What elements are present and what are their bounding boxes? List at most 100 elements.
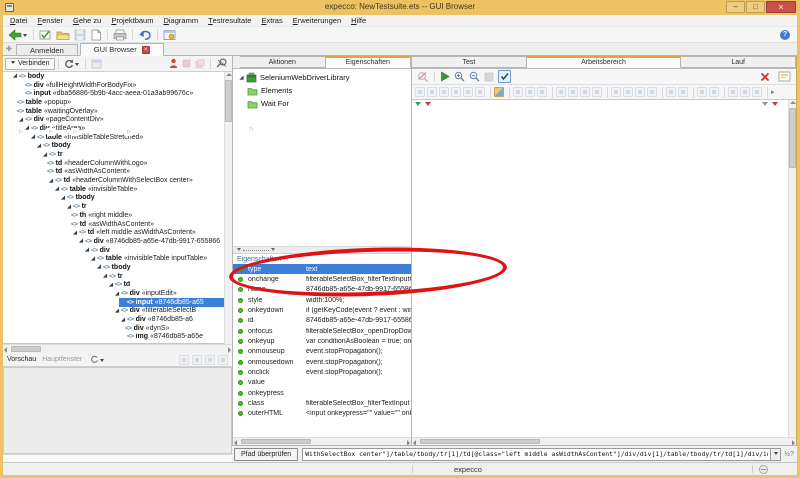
workspace-tool-icon[interactable] <box>525 87 535 97</box>
dom-tree[interactable]: ◢<>body<>div«fullHeightWidthForBodyFix»<… <box>3 72 232 344</box>
pick-element-button[interactable] <box>214 58 230 70</box>
back-button[interactable] <box>6 27 30 42</box>
property-row[interactable]: onfocusfilterableSelectBox_openDropDown(… <box>233 326 411 336</box>
dom-tree-node[interactable]: ◢<>div«inputEdit» <box>3 289 232 298</box>
workspace-tool-icon[interactable] <box>568 87 578 97</box>
input-pin-icon-2[interactable] <box>762 102 768 109</box>
edit-form-button[interactable] <box>776 69 793 84</box>
expand-icon[interactable]: ◢ <box>77 237 85 245</box>
expand-icon[interactable]: ◢ <box>237 74 246 82</box>
zoom-out-button[interactable] <box>467 69 482 84</box>
expand-icon[interactable]: ◢ <box>83 246 91 254</box>
property-row[interactable]: onmousedownevent.stopPropagation(); <box>233 357 411 367</box>
menu-erweiterungen[interactable]: Erweiterungen <box>288 15 346 26</box>
dom-tree-node[interactable]: ◢<>body <box>3 72 232 81</box>
maximize-button[interactable]: □ <box>746 1 765 13</box>
menu-diagramm[interactable]: Diagramm <box>158 15 203 26</box>
dom-tree-node[interactable]: ▷<>div«dynS» <box>3 324 232 333</box>
expand-icon[interactable]: ◢ <box>113 290 121 298</box>
dom-tree-node[interactable]: ◢<>div«pageContentDiv» <box>3 115 232 124</box>
dom-tree-node[interactable]: ▷<>td«headerColumnWithLogo» <box>3 159 232 168</box>
property-row[interactable]: stylewidth:100%; <box>233 295 411 305</box>
expand-icon[interactable]: ◢ <box>29 133 37 141</box>
library-node[interactable]: ◢SeleniumWebDriverLibrary <box>233 71 411 84</box>
workspace-tool-icon[interactable] <box>752 87 762 97</box>
dom-tree-node[interactable]: ◢<>div«titleArea» <box>3 124 232 133</box>
workspace-tool-icon[interactable] <box>439 87 449 97</box>
expand-icon[interactable]: ◢ <box>119 316 127 324</box>
workspace-tool-icon[interactable] <box>647 87 657 97</box>
dom-tree-node[interactable]: ◢<>tbody <box>3 142 232 151</box>
property-row[interactable]: name8746db85-a65e-47db-9917-655866477a33… <box>233 285 411 295</box>
tab-eigenschaften[interactable]: Eigenschaften <box>326 56 412 68</box>
run-button[interactable] <box>438 69 452 84</box>
copy-record-button[interactable] <box>193 58 207 70</box>
expand-icon[interactable]: ◢ <box>41 151 49 159</box>
collapse-icon[interactable]: ▷ <box>247 125 256 133</box>
path-dropdown-button[interactable] <box>771 448 781 461</box>
save-button[interactable] <box>72 27 88 42</box>
check-path-button[interactable]: Pfad überprüfen <box>234 448 298 461</box>
workspace-vscrollbar[interactable] <box>788 100 796 437</box>
property-row[interactable]: id8746db85-a65e-47db-9917-655866477a33_f… <box>233 316 411 326</box>
expand-icon[interactable]: ◢ <box>101 272 109 280</box>
workspace-tool-icon[interactable] <box>592 87 602 97</box>
menu-extras[interactable]: Extras <box>256 15 287 26</box>
toolbar-overflow-icon[interactable]: ▸ <box>771 88 775 96</box>
action-library-tree[interactable]: ◢SeleniumWebDriverLibrary▷Elements▷Wait … <box>233 69 411 247</box>
menu-gehe-zu[interactable]: Gehe zu <box>68 15 106 26</box>
refresh-button[interactable] <box>62 58 82 70</box>
dom-tree-node[interactable]: ◢<>td <box>3 281 232 290</box>
output-pin-icon-2[interactable] <box>772 102 778 109</box>
tab-aktionen[interactable]: Aktionen <box>240 56 326 68</box>
delete-button[interactable] <box>758 69 772 84</box>
library-node[interactable]: ▷Wait For <box>233 97 411 110</box>
undo-button[interactable] <box>136 27 154 42</box>
workspace-tool-icon[interactable] <box>475 87 485 97</box>
stop-record-button[interactable] <box>180 58 193 70</box>
input-pin-icon[interactable] <box>415 102 421 109</box>
expand-icon[interactable]: ◢ <box>17 116 25 124</box>
dom-tree-node[interactable]: ▷<>th«right middle» <box>3 211 232 220</box>
dom-tree-node[interactable]: ◢<>table«invisibleTable» <box>3 185 232 194</box>
expand-icon[interactable]: ◢ <box>107 281 115 289</box>
dom-tree-node[interactable]: ◢<>tr <box>3 272 232 281</box>
workspace-tool-icon[interactable] <box>513 87 523 97</box>
preview-tool-icon-4[interactable] <box>218 355 228 365</box>
print-button[interactable] <box>111 27 129 42</box>
workspace-tool-icon[interactable] <box>709 87 719 97</box>
tab-test[interactable]: Test <box>412 56 527 68</box>
stop-button[interactable] <box>482 69 496 84</box>
dom-tree-node[interactable]: ▷<>table«waitingOverlay» <box>3 107 232 116</box>
workspace-canvas[interactable] <box>412 100 796 437</box>
open-button[interactable] <box>54 27 72 42</box>
workspace-hscrollbar[interactable] <box>412 437 796 445</box>
expand-icon[interactable]: ◢ <box>95 263 103 271</box>
dom-tree-node[interactable]: ▷<>table«popup» <box>3 98 232 107</box>
path-helper-icon[interactable]: ½? <box>783 448 795 461</box>
dom-tree-node[interactable]: ◢<>table«invisibleTable inputTable» <box>3 254 232 263</box>
status-collapse-icon[interactable] <box>759 465 768 474</box>
expand-icon[interactable]: ◢ <box>71 229 79 237</box>
minimize-button[interactable]: – <box>726 1 745 13</box>
tab-anmelden[interactable]: Anmelden <box>16 44 78 55</box>
workspace-tool-icon[interactable] <box>740 87 750 97</box>
expand-icon[interactable]: ◢ <box>65 203 73 211</box>
back-dropdown-icon[interactable] <box>23 34 27 39</box>
expand-icon[interactable]: ◢ <box>47 177 55 185</box>
menu-testresultate[interactable]: Testresultate <box>203 15 256 26</box>
property-row[interactable]: onkeyupvar conditionAsBoolean = true; on… <box>233 336 411 346</box>
workspace-tool-icon[interactable] <box>623 87 633 97</box>
expand-icon[interactable]: ◢ <box>59 194 67 202</box>
tab-gui-browser[interactable]: GUI Browser× <box>80 43 164 56</box>
zoom-in-button[interactable] <box>452 69 467 84</box>
dom-tree-node[interactable]: ◢<>tr <box>3 202 232 211</box>
property-row[interactable]: value <box>233 378 411 388</box>
preview-tool-icon-3[interactable] <box>205 355 215 365</box>
expand-icon[interactable]: ◢ <box>89 255 97 263</box>
help-icon[interactable]: ? <box>780 30 790 40</box>
workspace-tool-icon[interactable] <box>415 87 425 97</box>
dom-tree-node[interactable]: ◢<>tbody <box>3 263 232 272</box>
workspace-tool-icon[interactable] <box>580 87 590 97</box>
output-pin-icon[interactable] <box>425 102 431 109</box>
